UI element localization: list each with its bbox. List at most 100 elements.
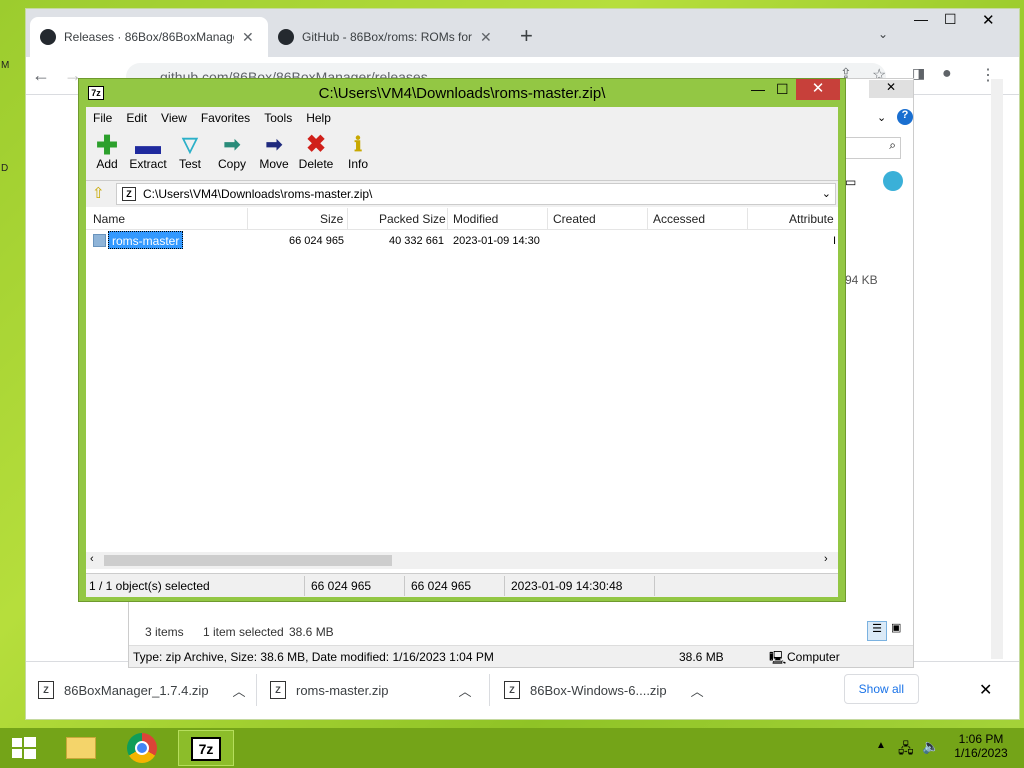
- col-attribute[interactable]: Attribute: [789, 212, 834, 226]
- chevron-up-icon[interactable]: ︿: [691, 681, 704, 700]
- info-button[interactable]: ℹ Info: [337, 133, 379, 171]
- menu-help[interactable]: Help: [299, 107, 338, 129]
- up-folder-icon[interactable]: ⇧: [92, 184, 105, 202]
- volume-icon[interactable]: 🔈: [922, 738, 939, 755]
- download-item[interactable]: Z 86Box-Windows-6....zip ︿: [504, 672, 704, 708]
- copy-button[interactable]: ➡ Copy: [211, 133, 253, 171]
- minimize-icon[interactable]: —: [914, 11, 928, 27]
- column-header: Name Size Packed Size Modified Created A…: [86, 208, 838, 230]
- col-packed-size[interactable]: Packed Size: [379, 212, 446, 226]
- menu-favorites[interactable]: Favorites: [194, 107, 257, 129]
- add-button[interactable]: ✚ Add: [86, 130, 128, 171]
- 7zip-taskbar-icon[interactable]: 7z: [178, 730, 234, 766]
- minus-icon: ▬: [135, 130, 161, 160]
- test-button[interactable]: ▽ Test: [169, 133, 211, 171]
- network-icon[interactable]: 🖧: [898, 738, 914, 762]
- toolbar-label: Delete: [298, 157, 334, 171]
- explorer-status-bar: Type: zip Archive, Size: 38.6 MB, Date m…: [129, 645, 913, 667]
- scroll-left-icon[interactable]: ‹: [90, 553, 94, 565]
- status-selected: 1 / 1 object(s) selected: [89, 579, 210, 593]
- col-created[interactable]: Created: [553, 212, 596, 226]
- 7zip-window: 7z C:\Users\VM4\Downloads\roms-master.zi…: [78, 78, 846, 602]
- tab-title: GitHub - 86Box/roms: ROMs for: [302, 30, 472, 44]
- items-count: 3 items: [145, 625, 184, 639]
- download-item[interactable]: Z roms-master.zip ︿: [270, 672, 471, 708]
- minimize-icon[interactable]: —: [751, 81, 765, 97]
- path-input[interactable]: Z C:\Users\VM4\Downloads\roms-master.zip…: [116, 183, 836, 205]
- col-size[interactable]: Size: [320, 212, 343, 226]
- show-all-button[interactable]: Show all: [843, 674, 919, 704]
- clock[interactable]: 1:06 PM 1/16/2023: [948, 732, 1014, 760]
- chevron-up-icon[interactable]: ︿: [233, 681, 246, 700]
- chevron-up-icon[interactable]: ︿: [458, 681, 471, 700]
- close-window-icon[interactable]: ✕: [982, 11, 995, 29]
- scroll-thumb[interactable]: [104, 555, 392, 566]
- chevron-down-icon[interactable]: ⌄: [877, 111, 886, 124]
- extract-button[interactable]: ▬ Extract: [127, 130, 169, 171]
- tab-strip: Releases · 86Box/86BoxManager ✕ GitHub -…: [26, 9, 1019, 57]
- file-explorer-icon[interactable]: [56, 730, 106, 766]
- download-name: 86BoxManager_1.7.4.zip: [64, 682, 209, 698]
- time: 1:06 PM: [958, 732, 1004, 746]
- maximize-icon[interactable]: ☐: [776, 81, 789, 98]
- toolbar-label: Extract: [129, 157, 167, 171]
- tab-releases[interactable]: Releases · 86Box/86BoxManager ✕: [30, 17, 268, 57]
- move-button[interactable]: ➡ Move: [253, 133, 295, 171]
- status-bar: 1 / 1 object(s) selected 66 024 965 66 0…: [86, 573, 838, 597]
- col-accessed[interactable]: Accessed: [653, 212, 705, 226]
- menu-edit[interactable]: Edit: [119, 107, 154, 129]
- toolbar-label: Add: [96, 157, 118, 171]
- row-packed: 40 332 661: [389, 235, 445, 247]
- toolbar-label: Copy: [217, 157, 246, 171]
- col-name[interactable]: Name: [93, 212, 125, 226]
- close-window-icon[interactable]: ✕: [869, 80, 913, 98]
- status-modified: 2023-01-09 14:30:48: [511, 579, 623, 593]
- close-shelf-icon[interactable]: ✕: [979, 680, 992, 700]
- profile-avatar-icon[interactable]: ●: [942, 65, 952, 83]
- delete-button[interactable]: ✖ Delete: [295, 133, 337, 172]
- status-size: 38.6 MB: [679, 650, 724, 664]
- move-arrow-icon: ➡: [265, 134, 283, 156]
- desktop-edge-label: D: [1, 163, 9, 174]
- selected-info: 1 item selected: [203, 625, 284, 639]
- chrome-icon[interactable]: [118, 730, 168, 766]
- zip-file-icon: Z: [270, 681, 286, 699]
- tab-roms[interactable]: GitHub - 86Box/roms: ROMs for ✕: [268, 17, 506, 57]
- plus-icon: ✚: [96, 130, 118, 160]
- close-icon[interactable]: ✕: [242, 29, 254, 46]
- path-text: C:\Users\VM4\Downloads\roms-master.zip\: [143, 187, 373, 201]
- download-name: roms-master.zip: [296, 682, 389, 698]
- details-view-icon[interactable]: ☰: [867, 621, 887, 641]
- github-icon: [40, 29, 56, 45]
- help-icon[interactable]: ?: [897, 109, 913, 125]
- close-icon[interactable]: ✕: [480, 29, 492, 46]
- chevron-up-icon[interactable]: ▲: [876, 740, 886, 751]
- maximize-icon[interactable]: ☐: [944, 11, 957, 28]
- new-tab-button[interactable]: +: [520, 23, 533, 49]
- close-icon[interactable]: ✕: [796, 79, 840, 100]
- menu-tools[interactable]: Tools: [257, 107, 299, 129]
- download-name: 86Box-Windows-6....zip: [530, 682, 667, 698]
- toolbar-label: Test: [178, 157, 201, 171]
- computer-icon: 🖳: [769, 650, 787, 665]
- search-box[interactable]: ⌕: [845, 137, 901, 159]
- title-bar[interactable]: 7z C:\Users\VM4\Downloads\roms-master.zi…: [79, 79, 845, 107]
- horizontal-scrollbar[interactable]: ‹ ›: [86, 552, 838, 569]
- back-icon[interactable]: ←: [32, 65, 50, 86]
- row-attr: I: [833, 235, 837, 247]
- tiles-view-icon[interactable]: ▣: [891, 621, 909, 641]
- menu-file[interactable]: File: [86, 107, 119, 129]
- tab-search-icon[interactable]: ⌄: [878, 27, 888, 41]
- download-item[interactable]: Z 86BoxManager_1.7.4.zip ︿: [38, 672, 246, 708]
- start-windows-icon[interactable]: [0, 730, 46, 766]
- globe-icon: [883, 171, 903, 191]
- 7zip-body: File Edit View Favorites Tools Help ✚ Ad…: [86, 107, 838, 597]
- scroll-right-icon[interactable]: ›: [824, 553, 828, 565]
- chevron-down-icon[interactable]: ⌄: [822, 187, 831, 200]
- window-title: C:\Users\VM4\Downloads\roms-master.zip\: [318, 85, 606, 102]
- menu-view[interactable]: View: [154, 107, 194, 129]
- view-toggle-icon[interactable]: ▭: [845, 175, 856, 189]
- status-packed: 66 024 965: [411, 579, 472, 593]
- scrollbar[interactable]: [991, 79, 1003, 659]
- col-modified[interactable]: Modified: [453, 212, 498, 226]
